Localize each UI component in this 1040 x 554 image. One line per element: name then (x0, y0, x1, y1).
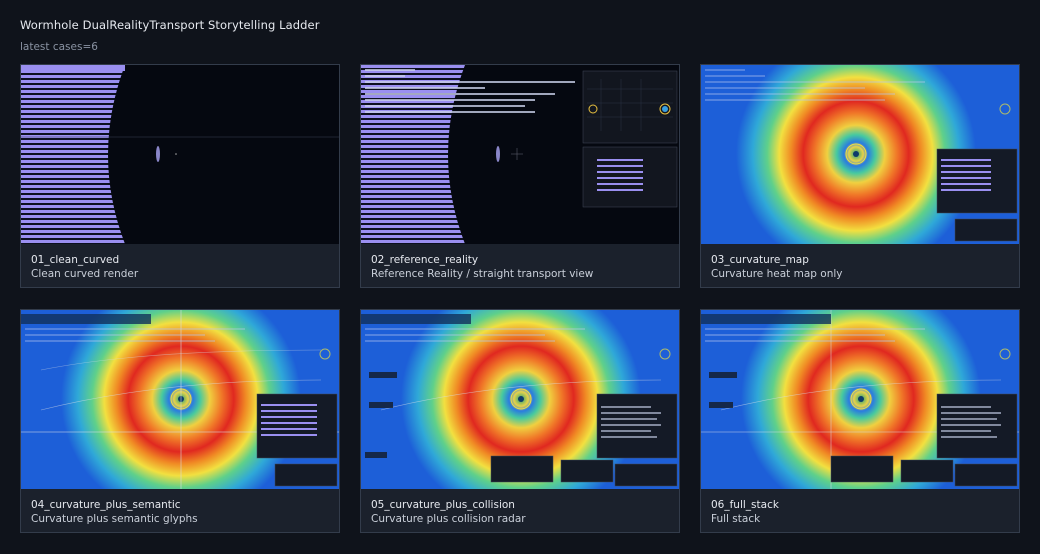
case-thumbnail[interactable] (701, 65, 1019, 244)
case-card[interactable]: 06_full_stack Full stack (700, 309, 1020, 533)
case-label: Full stack (711, 513, 761, 525)
case-id: 01_clean_curved (31, 254, 120, 266)
case-label: Reference Reality / straight transport v… (371, 268, 594, 280)
case-id: 03_curvature_map (711, 254, 809, 266)
page-header: Wormhole DualRealityTransport Storytelli… (20, 18, 320, 53)
case-label: Clean curved render (31, 268, 139, 280)
case-count: latest cases=6 (20, 41, 98, 53)
case-label: Curvature heat map only (711, 268, 843, 280)
page-title: Wormhole DualRealityTransport Storytelli… (20, 18, 320, 32)
case-card[interactable]: 02_reference_reality Reference Reality /… (360, 64, 680, 288)
case-thumbnail[interactable] (701, 310, 1019, 489)
case-label: Curvature plus collision radar (371, 513, 526, 525)
case-card[interactable]: 03_curvature_map Curvature heat map only (700, 64, 1020, 288)
case-id: 02_reference_reality (371, 254, 479, 266)
case-thumbnail[interactable] (361, 310, 679, 489)
case-thumbnail[interactable] (361, 65, 679, 244)
case-card[interactable]: 05_curvature_plus_collision Curvature pl… (360, 309, 680, 533)
case-card[interactable]: 04_curvature_plus_semantic Curvature plu… (20, 309, 340, 533)
case-card[interactable]: 01_clean_curved Clean curved render (20, 64, 340, 288)
case-thumbnail[interactable] (21, 310, 339, 489)
case-id: 04_curvature_plus_semantic (31, 499, 181, 511)
case-thumbnail[interactable] (21, 65, 339, 244)
case-id: 05_curvature_plus_collision (371, 499, 515, 511)
case-label: Curvature plus semantic glyphs (31, 513, 198, 525)
case-id: 06_full_stack (711, 499, 779, 511)
